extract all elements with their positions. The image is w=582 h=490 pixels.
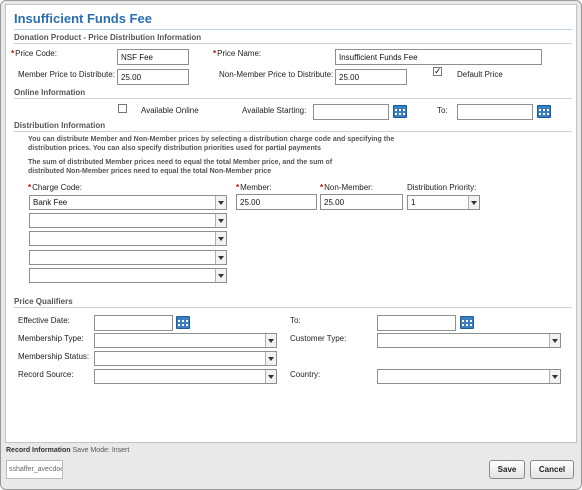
membership-status-select[interactable] (94, 351, 277, 366)
effective-to-label: To: (290, 316, 301, 325)
page-title: Insufficient Funds Fee (14, 11, 152, 26)
section-divider (14, 131, 572, 132)
charge-code-select[interactable] (29, 213, 227, 228)
title-divider (14, 29, 572, 30)
member-price-label: Member Price to Distribute: (18, 70, 115, 79)
chevron-down-icon[interactable] (265, 352, 276, 365)
membership-type-label: Membership Type: (18, 334, 84, 343)
chevron-down-icon[interactable] (468, 196, 479, 209)
section-divider (14, 98, 572, 99)
charge-code-select[interactable] (29, 268, 227, 283)
distribution-note-2: The sum of distributed Member prices nee… (28, 159, 333, 175)
required-marker: * (11, 49, 15, 58)
calendar-icon[interactable] (460, 316, 474, 329)
dist-nonmember-label: *Non-Member: (320, 183, 374, 192)
price-name-input[interactable]: Insufficient Funds Fee (335, 49, 542, 65)
customer-type-select[interactable] (377, 333, 561, 348)
section-price-qualifiers: Price Qualifiers (14, 297, 73, 306)
form-panel: Insufficient Funds Fee Donation Product … (5, 4, 577, 443)
record-source-select[interactable] (94, 369, 277, 384)
save-mode-text: Save Mode: Insert (72, 447, 130, 454)
section-divider (14, 307, 572, 308)
cancel-button[interactable]: Cancel (530, 460, 574, 479)
distribution-note-1: You can distribute Member and Non-Member… (28, 136, 395, 152)
calendar-icon[interactable] (537, 105, 551, 118)
charge-code-select[interactable] (29, 231, 227, 246)
country-select[interactable] (377, 369, 561, 384)
customer-type-label: Customer Type: (290, 334, 347, 343)
user-box: sshaffer_avecdoo (6, 460, 63, 479)
charge-code-select[interactable]: Bank Fee (29, 195, 227, 210)
available-starting-input[interactable] (313, 104, 389, 120)
membership-type-select[interactable] (94, 333, 277, 348)
section-online: Online Information (14, 88, 86, 97)
charge-code-select[interactable] (29, 250, 227, 265)
nonmember-price-input[interactable]: 25.00 (335, 69, 407, 85)
section-divider (14, 43, 572, 44)
required-marker: * (213, 49, 217, 58)
default-price-label: Default Price (457, 70, 503, 79)
available-to-label: To: (437, 106, 448, 115)
dist-nonmember-input[interactable]: 25.00 (320, 194, 403, 210)
chevron-down-icon[interactable] (215, 232, 226, 245)
dist-member-input[interactable]: 25.00 (236, 194, 317, 210)
available-to-input[interactable] (457, 104, 533, 120)
chevron-down-icon[interactable] (215, 196, 226, 209)
price-code-label: *Price Code: (11, 49, 57, 58)
charge-code-label: *Charge Code: (28, 183, 82, 192)
priority-value: 1 (411, 198, 416, 207)
default-price-checkbox[interactable]: ✓ (433, 67, 442, 76)
section-distribution: Distribution Information (14, 121, 106, 130)
chevron-down-icon[interactable] (215, 251, 226, 264)
available-online-label: Available Online (141, 106, 199, 115)
chevron-down-icon[interactable] (215, 269, 226, 282)
available-online-checkbox[interactable] (118, 104, 127, 113)
required-marker: * (28, 183, 32, 192)
nonmember-price-label: Non-Member Price to Distribute: (219, 70, 334, 79)
calendar-icon[interactable] (393, 105, 407, 118)
calendar-icon[interactable] (176, 316, 190, 329)
distribution-priority-label: Distribution Priority: (407, 183, 477, 192)
record-info-label: Record Information (6, 447, 71, 454)
required-marker: * (320, 183, 324, 192)
distribution-priority-select[interactable]: 1 (407, 195, 480, 210)
price-name-label: *Price Name: (213, 49, 262, 58)
save-button[interactable]: Save (489, 460, 525, 479)
record-source-label: Record Source: (18, 370, 74, 379)
section-price-distribution: Donation Product - Price Distribution In… (14, 33, 202, 42)
chevron-down-icon[interactable] (265, 334, 276, 347)
chevron-down-icon[interactable] (549, 334, 560, 347)
dist-member-label: *Member: (236, 183, 272, 192)
member-price-input[interactable]: 25.00 (117, 69, 189, 85)
membership-status-label: Membership Status: (18, 352, 90, 361)
required-marker: * (236, 183, 240, 192)
chevron-down-icon[interactable] (215, 214, 226, 227)
effective-to-input[interactable] (377, 315, 456, 331)
price-code-input[interactable]: NSF Fee (117, 49, 189, 65)
country-label: Country: (290, 370, 321, 379)
chevron-down-icon[interactable] (265, 370, 276, 383)
effective-date-input[interactable] (94, 315, 173, 331)
chevron-down-icon[interactable] (549, 370, 560, 383)
record-information-tab[interactable]: Record Information Save Mode: Insert (6, 447, 142, 456)
effective-date-label: Effective Date: (18, 316, 70, 325)
available-starting-label: Available Starting: (242, 106, 307, 115)
charge-code-value: Bank Fee (33, 198, 68, 207)
